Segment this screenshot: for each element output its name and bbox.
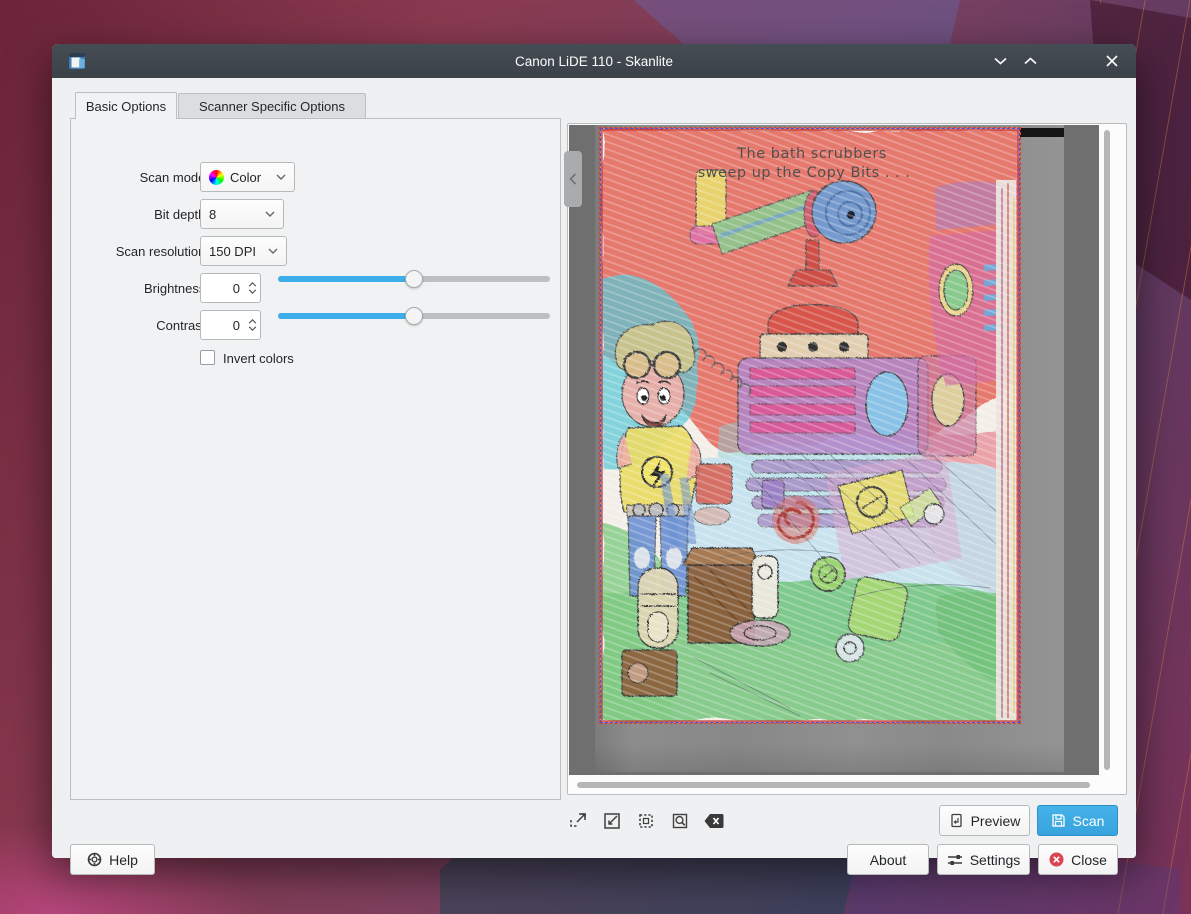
desktop: { "window": { "title": "Canon LiDE 110 -… xyxy=(0,0,1191,914)
bit-depth-dropdown[interactable]: 8 xyxy=(200,199,284,229)
bit-depth-value: 8 xyxy=(209,207,216,222)
close-button[interactable]: Close xyxy=(1038,844,1118,875)
selection-rectangle[interactable] xyxy=(599,127,1021,724)
zoom-in-button[interactable] xyxy=(566,809,590,833)
invert-colors-checkbox[interactable] xyxy=(200,350,215,365)
maximize-button[interactable] xyxy=(1016,47,1044,75)
contrast-value: 0 xyxy=(201,318,244,333)
zoom-in-icon xyxy=(569,812,587,830)
scan-mode-value: Color xyxy=(230,170,261,185)
horizontal-scrollbar[interactable] xyxy=(577,782,1090,788)
scan-resolution-value: 150 DPI xyxy=(209,244,256,259)
chevron-down-icon xyxy=(265,211,275,217)
tab-label: Basic Options xyxy=(86,99,166,114)
brightness-label: Brightness: xyxy=(84,281,209,296)
document-preview-icon xyxy=(949,813,964,828)
chevron-down-icon xyxy=(268,248,278,254)
dialog-close-icon xyxy=(1049,852,1064,867)
spin-down-icon[interactable] xyxy=(248,326,257,331)
tab-scanner-specific-options[interactable]: Scanner Specific Options xyxy=(178,93,366,119)
document-save-icon xyxy=(1051,813,1066,828)
scan-resolution-label: Scan resolution: xyxy=(84,244,209,259)
zoom-selection-icon xyxy=(637,812,655,830)
help-icon xyxy=(87,852,102,867)
settings-button-label: Settings xyxy=(970,852,1021,868)
scan-mode-dropdown[interactable]: Color xyxy=(200,162,295,192)
spin-up-icon[interactable] xyxy=(248,282,257,287)
scan-button[interactable]: Scan xyxy=(1037,805,1118,836)
preview-button[interactable]: Preview xyxy=(939,805,1030,836)
zoom-out-button[interactable] xyxy=(600,809,624,833)
skanlite-window-icon xyxy=(68,52,86,70)
slider-fill xyxy=(278,276,414,282)
tab-label: Scanner Specific Options xyxy=(199,99,345,114)
slider-handle[interactable] xyxy=(405,270,423,288)
contrast-slider[interactable] xyxy=(278,307,550,325)
close-icon xyxy=(1106,55,1118,67)
splitter-collapse-handle[interactable] xyxy=(564,151,582,207)
preview-viewport[interactable]: The bath scrubbers sweep up the Copy Bit… xyxy=(569,125,1099,775)
close-button-label: Close xyxy=(1071,852,1107,868)
close-window-button[interactable] xyxy=(1098,47,1126,75)
scan-mode-label: Scan mode: xyxy=(84,170,209,185)
scan-button-label: Scan xyxy=(1073,813,1105,829)
settings-icon xyxy=(947,853,963,867)
preview-frame: The bath scrubbers sweep up the Copy Bit… xyxy=(567,123,1127,795)
scan-image: The bath scrubbers sweep up the Copy Bit… xyxy=(595,125,1064,772)
color-wheel-icon xyxy=(209,170,224,185)
about-button[interactable]: About xyxy=(847,844,929,875)
basic-options-panel: Scan mode: Color Bit depth: 8 Scan resol… xyxy=(70,118,561,800)
minimize-button[interactable] xyxy=(986,47,1014,75)
brightness-spinbox[interactable]: 0 xyxy=(200,273,261,303)
window-body: Basic Options Scanner Specific Options S… xyxy=(52,78,1136,858)
vertical-scrollbar[interactable] xyxy=(1104,130,1110,770)
contrast-label: Contrast: xyxy=(84,318,209,333)
preview-button-label: Preview xyxy=(971,813,1021,829)
zoom-selection-button[interactable] xyxy=(634,809,658,833)
help-button[interactable]: Help xyxy=(70,844,155,875)
help-button-label: Help xyxy=(109,852,138,868)
brightness-value: 0 xyxy=(201,281,244,296)
tab-basic-options[interactable]: Basic Options xyxy=(75,92,177,119)
window-title: Canon LiDE 110 - Skanlite xyxy=(52,54,1136,69)
contrast-spinbox[interactable]: 0 xyxy=(200,310,261,340)
clear-selections-button[interactable] xyxy=(702,809,726,833)
clear-selections-icon xyxy=(704,813,724,829)
chevron-up-icon xyxy=(1024,57,1037,65)
zoom-out-icon xyxy=(603,812,621,830)
slider-handle[interactable] xyxy=(405,307,423,325)
invert-colors-label: Invert colors xyxy=(223,351,294,366)
about-button-label: About xyxy=(870,852,907,868)
brightness-slider[interactable] xyxy=(278,270,550,288)
titlebar[interactable]: Canon LiDE 110 - Skanlite xyxy=(52,44,1136,78)
zoom-fit-button[interactable] xyxy=(668,809,692,833)
slider-fill xyxy=(278,313,414,319)
scan-resolution-dropdown[interactable]: 150 DPI xyxy=(200,236,287,266)
settings-button[interactable]: Settings xyxy=(937,844,1030,875)
chevron-left-icon xyxy=(569,173,577,185)
zoom-fit-icon xyxy=(671,812,689,830)
chevron-down-icon xyxy=(276,174,286,180)
chevron-down-icon xyxy=(994,57,1007,65)
app-window: Canon LiDE 110 - Skanlite Basic Options … xyxy=(52,44,1136,858)
spin-up-icon[interactable] xyxy=(248,319,257,324)
bit-depth-label: Bit depth: xyxy=(84,207,209,222)
spin-down-icon[interactable] xyxy=(248,289,257,294)
